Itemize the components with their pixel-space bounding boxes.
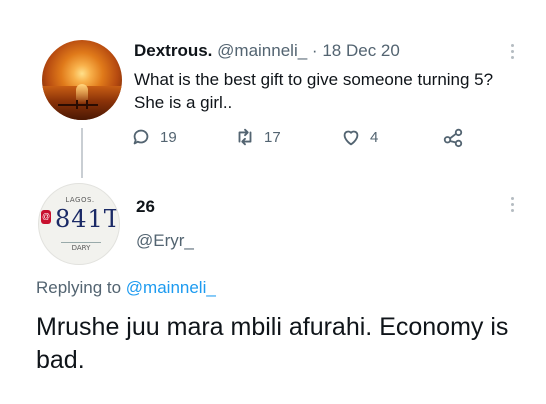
share-button[interactable] — [442, 124, 464, 150]
plate-bottom-text: DARY — [61, 242, 101, 252]
replying-prefix: Replying to — [36, 278, 122, 297]
more-icon[interactable] — [511, 197, 515, 215]
reply-icon — [133, 129, 149, 145]
avatar-railing — [58, 104, 98, 106]
like-count: 4 — [370, 128, 379, 146]
tweet-text-line: What is the best gift to give someone tu… — [134, 70, 494, 89]
handle[interactable]: @Eryr_ — [136, 231, 194, 251]
reply-count: 19 — [160, 128, 177, 146]
thread-connector-line — [81, 128, 83, 178]
display-name[interactable]: Dextrous. — [134, 41, 212, 60]
reply-button[interactable]: 19 — [130, 124, 177, 150]
plate-top-text: LAGOS. — [65, 196, 95, 204]
replying-to: Replying to @mainneli_ — [36, 278, 216, 298]
retweet-count: 17 — [264, 128, 281, 146]
plate-number: 841T — [55, 205, 120, 233]
tweet-header: Dextrous. @mainneli_ · 18 Dec 20 — [134, 41, 400, 61]
retweet-icon — [238, 128, 252, 146]
separator: · — [311, 41, 318, 60]
retweet-button[interactable]: 17 — [234, 124, 281, 150]
like-button[interactable]: 4 — [340, 124, 378, 150]
display-name[interactable]: 26 — [136, 197, 155, 217]
avatar[interactable]: LAGOS. @ 841T DARY — [38, 183, 120, 265]
reply-tweet-text: Mrushe juu mara mbili afurahi. Economy i… — [36, 313, 509, 374]
replying-handle-link[interactable]: @mainneli_ — [126, 278, 216, 297]
more-icon[interactable] — [511, 44, 515, 62]
avatar-railing-post — [86, 100, 88, 109]
avatar[interactable] — [42, 40, 122, 120]
tweet-text: What is the best gift to give someone tu… — [134, 68, 524, 114]
timestamp[interactable]: 18 Dec 20 — [322, 41, 400, 60]
tweet-text-line: She is a girl.. — [134, 93, 233, 112]
share-icon — [443, 128, 463, 148]
avatar-railing-post — [76, 100, 78, 109]
handle[interactable]: @mainneli_ — [217, 41, 307, 60]
like-icon — [343, 130, 359, 146]
